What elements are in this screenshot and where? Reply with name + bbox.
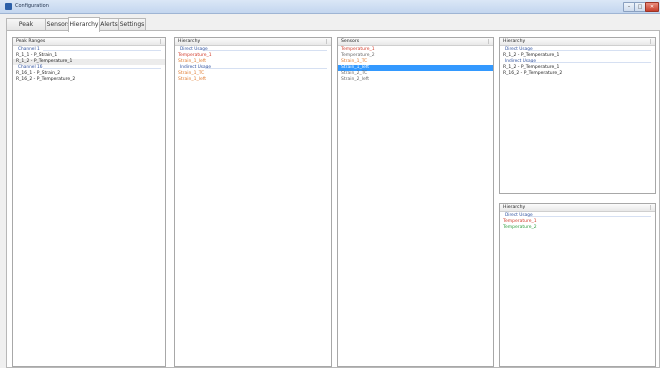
group-header: Direct Usage bbox=[500, 47, 655, 53]
group-header: Channel 16 bbox=[13, 65, 165, 71]
panel-title: Peak Ranges bbox=[16, 39, 46, 44]
panel-header: Hierarchy bbox=[175, 38, 331, 46]
group-header: Indirect Usage bbox=[500, 59, 655, 65]
group-header: Direct Usage bbox=[500, 213, 655, 219]
minimize-icon: – bbox=[627, 4, 631, 10]
tab-hierarchy[interactable]: Hierarchy bbox=[68, 17, 100, 32]
hierarchy-tab-page: Peak Ranges Channel 1 R_1_1 - P_Strain_1… bbox=[6, 30, 660, 368]
list-item[interactable]: R_16_2 - P_Temperature_2 bbox=[500, 71, 655, 77]
sensor-item[interactable]: Strain_2_left bbox=[338, 77, 493, 83]
panel-header: Hierarchy bbox=[500, 204, 655, 212]
panel-title: Hierarchy bbox=[503, 39, 526, 44]
hierarchy-panel-left: Hierarchy Direct Usage Temperature_1 Str… bbox=[174, 37, 332, 367]
list-item[interactable]: R_16_2 - P_Temperature_2 bbox=[13, 77, 165, 83]
panel-header: Peak Ranges bbox=[13, 38, 165, 46]
panel-title: Hierarchy bbox=[178, 39, 201, 44]
group-header: Channel 1 bbox=[13, 47, 165, 53]
hierarchy-panel-right-bottom: Hierarchy Direct Usage Temperature_1 Tem… bbox=[499, 203, 656, 367]
peak-ranges-panel: Peak Ranges Channel 1 R_1_1 - P_Strain_1… bbox=[12, 37, 166, 367]
column-grip[interactable] bbox=[488, 39, 489, 44]
close-button[interactable]: ✕ bbox=[645, 2, 659, 12]
panel-title: Hierarchy bbox=[503, 205, 526, 210]
hierarchy-panel-right-top: Hierarchy Direct Usage R_1_2 - P_Tempera… bbox=[499, 37, 656, 194]
column-grip[interactable] bbox=[160, 39, 161, 44]
title-bar: Configuration – □ ✕ bbox=[0, 0, 660, 14]
column-grip[interactable] bbox=[650, 39, 651, 44]
panel-header: Sensors bbox=[338, 38, 493, 46]
close-icon: ✕ bbox=[649, 4, 655, 10]
panel-header: Hierarchy bbox=[500, 38, 655, 46]
group-header: Direct Usage bbox=[175, 47, 331, 53]
group-header: Indirect Usage bbox=[175, 65, 331, 71]
column-grip[interactable] bbox=[326, 39, 327, 44]
list-item[interactable]: Strain_1_left bbox=[175, 77, 331, 83]
panel-title: Sensors bbox=[341, 39, 360, 44]
list-item[interactable]: Temperature_2 bbox=[500, 225, 655, 231]
column-grip[interactable] bbox=[650, 205, 651, 210]
maximize-icon: □ bbox=[637, 4, 643, 10]
window-title: Configuration bbox=[15, 3, 49, 9]
sensors-panel: Sensors Temperature_1 Temperature_2 Stra… bbox=[337, 37, 494, 367]
app-icon bbox=[5, 3, 12, 10]
